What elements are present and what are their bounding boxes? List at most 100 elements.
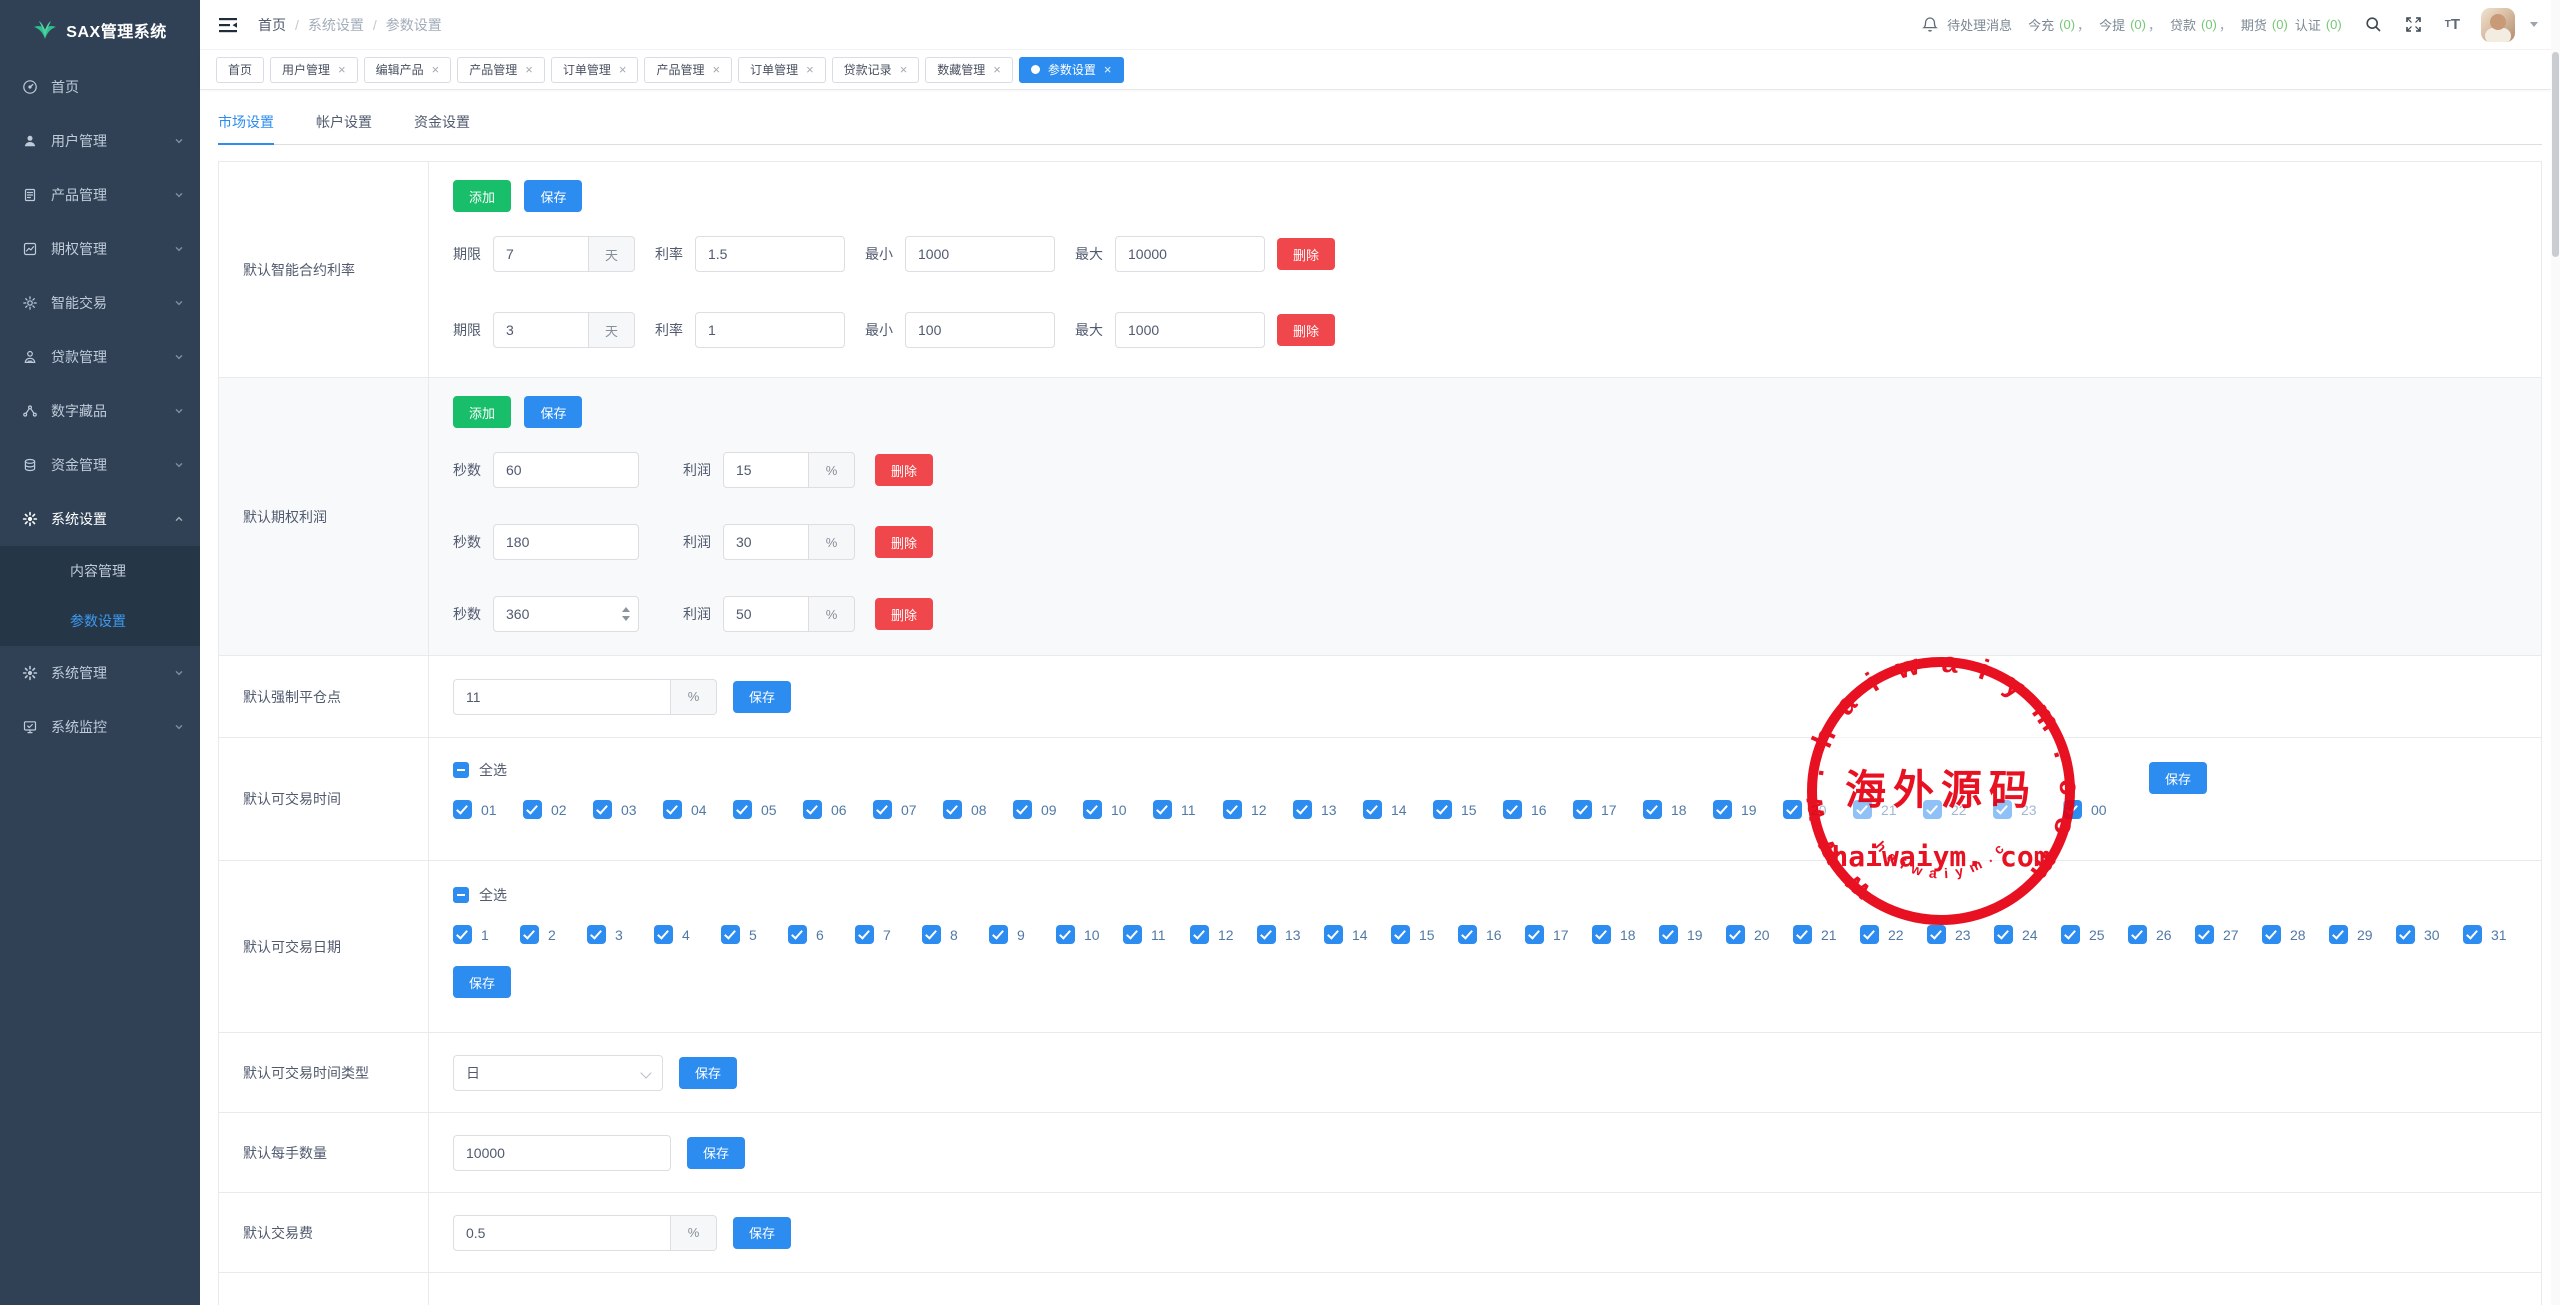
add-button[interactable]: 添加: [453, 396, 511, 428]
hour-checkbox-15[interactable]: [1433, 800, 1452, 819]
hour-checkbox-05[interactable]: [733, 800, 752, 819]
workspace-tab-5[interactable]: 产品管理×: [644, 57, 732, 83]
tab-close-icon[interactable]: ×: [1104, 63, 1112, 76]
hour-checkbox-17[interactable]: [1573, 800, 1592, 819]
seconds-input[interactable]: [493, 596, 639, 632]
settings-tab-0[interactable]: 市场设置: [218, 106, 274, 145]
day-checkbox-23[interactable]: [1927, 925, 1946, 944]
hour-checkbox-04[interactable]: [663, 800, 682, 819]
select-all-checkbox[interactable]: [453, 762, 469, 778]
day-checkbox-5[interactable]: [721, 925, 740, 944]
rate-input[interactable]: [695, 312, 845, 348]
day-checkbox-8[interactable]: [922, 925, 941, 944]
sidebar-item-loan-management[interactable]: 贷款管理: [0, 330, 200, 384]
save-button[interactable]: 保存: [453, 966, 511, 998]
hour-checkbox-12[interactable]: [1223, 800, 1242, 819]
save-button[interactable]: 保存: [679, 1057, 737, 1089]
search-icon[interactable]: [2365, 16, 2382, 33]
hour-checkbox-08[interactable]: [943, 800, 962, 819]
hour-checkbox-10[interactable]: [1083, 800, 1102, 819]
day-checkbox-26[interactable]: [2128, 925, 2147, 944]
bell-icon[interactable]: [1922, 16, 1938, 33]
day-checkbox-30[interactable]: [2396, 925, 2415, 944]
tab-close-icon[interactable]: ×: [338, 63, 346, 76]
sidebar-item-system-settings[interactable]: 系统设置: [0, 492, 200, 546]
sidebar-item-user-management[interactable]: 用户管理: [0, 114, 200, 168]
day-checkbox-3[interactable]: [587, 925, 606, 944]
day-checkbox-6[interactable]: [788, 925, 807, 944]
trade-fee-input[interactable]: [453, 1215, 671, 1251]
period-input[interactable]: [493, 312, 589, 348]
min-input[interactable]: [905, 312, 1055, 348]
delete-button[interactable]: 删除: [875, 454, 933, 486]
hour-checkbox-03[interactable]: [593, 800, 612, 819]
caret-down-icon[interactable]: [2530, 22, 2538, 27]
tab-close-icon[interactable]: ×: [806, 63, 814, 76]
tab-close-icon[interactable]: ×: [712, 63, 720, 76]
tab-close-icon[interactable]: ×: [432, 63, 440, 76]
save-button[interactable]: 保存: [687, 1137, 745, 1169]
hour-checkbox-19[interactable]: [1713, 800, 1732, 819]
sidebar-item-system-monitor[interactable]: 系统监控: [0, 700, 200, 754]
day-checkbox-25[interactable]: [2061, 925, 2080, 944]
day-checkbox-31[interactable]: [2463, 925, 2482, 944]
hour-checkbox-18[interactable]: [1643, 800, 1662, 819]
time-type-select[interactable]: 日: [453, 1055, 663, 1091]
settings-tab-1[interactable]: 帐户设置: [316, 106, 372, 145]
day-checkbox-9[interactable]: [989, 925, 1008, 944]
sidebar-item-digital-collectibles[interactable]: 数字藏品: [0, 384, 200, 438]
period-input[interactable]: [493, 236, 589, 272]
select-all-checkbox[interactable]: [453, 887, 469, 903]
scrollbar-thumb[interactable]: [2552, 52, 2559, 257]
save-button[interactable]: 保存: [524, 180, 582, 212]
workspace-tab-7[interactable]: 贷款记录×: [832, 57, 920, 83]
hour-checkbox-16[interactable]: [1503, 800, 1522, 819]
hour-checkbox-13[interactable]: [1293, 800, 1312, 819]
notice-certification-label[interactable]: 认证: [2295, 15, 2321, 34]
delete-button[interactable]: 删除: [875, 526, 933, 558]
hour-checkbox-22[interactable]: [1923, 800, 1942, 819]
breadcrumb-item[interactable]: 参数设置: [386, 15, 442, 35]
collapse-menu-icon[interactable]: [218, 16, 238, 34]
delete-button[interactable]: 删除: [1277, 314, 1335, 346]
day-checkbox-28[interactable]: [2262, 925, 2281, 944]
day-checkbox-18[interactable]: [1592, 925, 1611, 944]
day-checkbox-14[interactable]: [1324, 925, 1343, 944]
workspace-tab-1[interactable]: 用户管理×: [270, 57, 358, 83]
notice-loan-label[interactable]: 贷款: [2170, 15, 2196, 34]
day-checkbox-13[interactable]: [1257, 925, 1276, 944]
hour-checkbox-02[interactable]: [523, 800, 542, 819]
day-checkbox-20[interactable]: [1726, 925, 1745, 944]
workspace-tab-3[interactable]: 产品管理×: [457, 57, 545, 83]
save-button[interactable]: 保存: [524, 396, 582, 428]
fullscreen-icon[interactable]: [2405, 16, 2422, 33]
page-scrollbar[interactable]: [2551, 0, 2560, 1305]
day-checkbox-22[interactable]: [1860, 925, 1879, 944]
settings-tab-2[interactable]: 资金设置: [414, 106, 470, 145]
max-input[interactable]: [1115, 312, 1265, 348]
delete-button[interactable]: 删除: [875, 598, 933, 630]
hour-checkbox-01[interactable]: [453, 800, 472, 819]
day-checkbox-16[interactable]: [1458, 925, 1477, 944]
day-checkbox-2[interactable]: [520, 925, 539, 944]
save-button[interactable]: 保存: [733, 1217, 791, 1249]
hour-checkbox-20[interactable]: [1783, 800, 1802, 819]
hour-checkbox-11[interactable]: [1153, 800, 1172, 819]
save-button[interactable]: 保存: [733, 681, 791, 713]
profit-input[interactable]: [723, 596, 809, 632]
sidebar-item-options-management[interactable]: 期权管理: [0, 222, 200, 276]
seconds-input[interactable]: [493, 524, 639, 560]
hour-checkbox-07[interactable]: [873, 800, 892, 819]
day-checkbox-12[interactable]: [1190, 925, 1209, 944]
add-button[interactable]: 添加: [453, 180, 511, 212]
day-checkbox-21[interactable]: [1793, 925, 1812, 944]
max-input[interactable]: [1115, 236, 1265, 272]
day-checkbox-24[interactable]: [1994, 925, 2013, 944]
sidebar-item-product-management[interactable]: 产品管理: [0, 168, 200, 222]
day-checkbox-4[interactable]: [654, 925, 673, 944]
rate-input[interactable]: [695, 236, 845, 272]
profit-input[interactable]: [723, 524, 809, 560]
hour-checkbox-00[interactable]: [2063, 800, 2082, 819]
notice-withdraw-today-label[interactable]: 今提: [2099, 15, 2125, 34]
sidebar-subitem-content-management[interactable]: 内容管理: [0, 546, 200, 596]
